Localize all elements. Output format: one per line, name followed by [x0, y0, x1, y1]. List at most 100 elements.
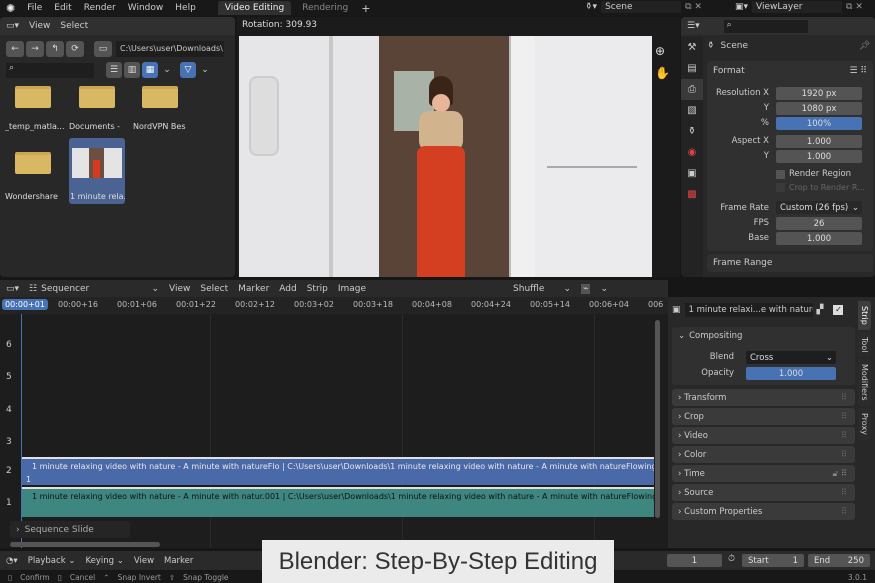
menu-edit[interactable]: Edit [54, 3, 71, 13]
menu-view[interactable]: View [134, 556, 154, 566]
list-view-icon[interactable]: ☰ [106, 62, 122, 78]
texture-tab-icon[interactable]: ▩ [681, 184, 703, 205]
time-ruler[interactable]: 00:00+01 00:00+16 00:01+06 00:01+22 00:0… [0, 297, 668, 314]
search-input[interactable]: ⌕ [6, 62, 94, 78]
horizontal-list-icon[interactable]: ▥ [124, 62, 140, 78]
tool-tab-icon[interactable]: ⚒ [681, 37, 703, 58]
chevron-down-icon[interactable]: ⌄ [198, 65, 212, 75]
aspect-y-field[interactable]: 1.000 [776, 150, 862, 163]
movie-strip-channel-1[interactable]: 1 minute relaxing video with nature - A … [22, 487, 654, 517]
compositing-header[interactable]: ⌄ Compositing [672, 327, 855, 345]
filter-icon[interactable]: ▽ [180, 62, 196, 78]
strip-active-checkbox[interactable]: ✓ [833, 305, 844, 315]
refresh-icon[interactable]: ⟳ [66, 41, 84, 57]
menu-marker[interactable]: Marker [238, 284, 269, 294]
menu-render[interactable]: Render [84, 3, 116, 13]
back-icon[interactable]: ← [6, 41, 24, 57]
editor-type-icon[interactable]: ▭▾ [6, 284, 19, 294]
menu-playback[interactable]: Playback ⌄ [28, 556, 76, 566]
collection-tab-icon[interactable]: ▣ [681, 163, 703, 184]
render-tab-icon[interactable]: ▤ [681, 58, 703, 79]
section-color[interactable]: › Color ⠿ [672, 446, 855, 463]
overlap-mode-dropdown[interactable]: Shuffle ⌄ [513, 284, 571, 294]
properties-search-input[interactable]: ⌕ [723, 19, 808, 33]
tab-rendering[interactable]: Rendering [295, 1, 355, 15]
scene-selector[interactable]: ⚱▾ Scene ⧉ ✕ [585, 1, 702, 13]
menu-select[interactable]: Select [200, 284, 228, 294]
snap-icon[interactable]: ⌁ [581, 284, 591, 294]
frame-rate-dropdown[interactable]: Custom (26 fps) ⌄ [776, 201, 862, 214]
frame-range-panel[interactable]: Frame Range [707, 254, 873, 272]
section-crop[interactable]: › Crop ⠿ [672, 408, 855, 425]
lock-icon[interactable]: 🔓︎ [833, 469, 839, 479]
tab-proxy[interactable]: Proxy [858, 407, 871, 440]
menu-view[interactable]: View [29, 21, 50, 31]
path-field[interactable]: C:\Users\user\Downloads\ [116, 41, 224, 57]
section-video[interactable]: › Video ⠿ [672, 427, 855, 444]
menu-add[interactable]: Add [279, 284, 296, 294]
movie-strip-channel-2[interactable]: 1 minute relaxing video with nature - A … [22, 457, 654, 485]
video-preview-image[interactable] [239, 36, 652, 277]
base-field[interactable]: 1.000 [776, 232, 862, 245]
forward-icon[interactable]: → [26, 41, 44, 57]
thumbnail-view-icon[interactable]: ▦ [142, 62, 158, 78]
format-panel-header[interactable]: Format ☰ ⠿ [707, 61, 873, 81]
sound-icon[interactable]: ▞ [817, 305, 824, 315]
section-custom-properties[interactable]: › Custom Properties ⠿ [672, 503, 855, 520]
resolution-y-field[interactable]: 1080 px [776, 102, 862, 115]
blender-logo-icon[interactable]: ✺ [6, 2, 15, 15]
blend-dropdown[interactable]: Cross ⌄ [746, 351, 836, 364]
tab-modifiers[interactable]: Modifiers [858, 359, 871, 406]
menu-keying[interactable]: Keying ⌄ [85, 556, 123, 566]
output-tab-icon[interactable]: ⎙ [681, 79, 703, 100]
current-frame-indicator[interactable]: 00:00+01 [2, 299, 48, 310]
end-frame-field[interactable]: End 250 [808, 554, 870, 567]
new-folder-icon[interactable]: ▭ [94, 41, 112, 57]
menu-marker[interactable]: Marker [164, 556, 193, 566]
tab-tool[interactable]: Tool [858, 331, 871, 358]
chevron-down-icon[interactable]: ⌄ [600, 284, 608, 294]
presets-icon[interactable]: ☰ ⠿ [849, 66, 867, 76]
strip-name-field[interactable]: 1 minute relaxi...e with natureFlo [684, 303, 813, 317]
menu-strip[interactable]: Strip [307, 284, 328, 294]
checkbox[interactable] [776, 169, 785, 179]
last-operator-panel[interactable]: › Sequence Slide [10, 521, 130, 538]
copy-icon[interactable]: ⧉ ✕ [685, 2, 702, 12]
menu-help[interactable]: Help [175, 3, 196, 13]
section-source[interactable]: › Source ⠿ [672, 484, 855, 501]
add-workspace-button[interactable]: + [361, 2, 370, 15]
editor-type-icon[interactable]: ☰▾ [687, 21, 700, 31]
world-tab-icon[interactable]: ◉ [681, 142, 703, 163]
current-frame-field[interactable]: 1 [667, 554, 722, 567]
resolution-percent-slider[interactable]: 100% [776, 117, 862, 130]
vertical-scrollbar[interactable] [655, 320, 660, 518]
file-item[interactable] [15, 152, 51, 174]
section-transform[interactable]: › Transform ⠿ [672, 389, 855, 406]
horizontal-scrollbar[interactable] [10, 542, 160, 547]
scene-tab-icon[interactable]: ⚱ [681, 121, 703, 142]
fps-field[interactable]: 26 [776, 217, 862, 230]
copy-icon[interactable]: ⧉ ✕ [846, 2, 863, 12]
checkbox[interactable] [776, 183, 785, 192]
menu-view[interactable]: View [169, 284, 190, 294]
menu-file[interactable]: File [27, 3, 42, 13]
pan-hand-icon[interactable]: ✋ [655, 66, 670, 80]
file-item[interactable] [142, 86, 178, 108]
menu-image[interactable]: Image [338, 284, 366, 294]
aspect-x-field[interactable]: 1.000 [776, 135, 862, 148]
pin-icon[interactable]: 📌︎ [859, 41, 870, 51]
menu-window[interactable]: Window [128, 3, 164, 13]
file-item[interactable] [15, 86, 51, 108]
menu-select[interactable]: Select [60, 21, 88, 31]
tab-strip[interactable]: Strip [858, 301, 871, 330]
resolution-x-field[interactable]: 1920 px [776, 87, 862, 100]
tab-video-editing[interactable]: Video Editing [217, 1, 292, 15]
file-item[interactable] [79, 86, 115, 108]
view-layer-tab-icon[interactable]: ▧ [681, 100, 703, 121]
file-item-selected[interactable]: 1 minute rela... [69, 138, 125, 204]
chevron-down-icon[interactable]: ⌄ [160, 65, 174, 75]
render-region-checkbox[interactable]: Render Region [776, 169, 851, 179]
crop-checkbox[interactable]: Crop to Render R... [776, 183, 865, 192]
opacity-slider[interactable]: 1.000 [746, 367, 836, 380]
timeline-editor-icon[interactable]: ◔▾ [6, 556, 18, 566]
